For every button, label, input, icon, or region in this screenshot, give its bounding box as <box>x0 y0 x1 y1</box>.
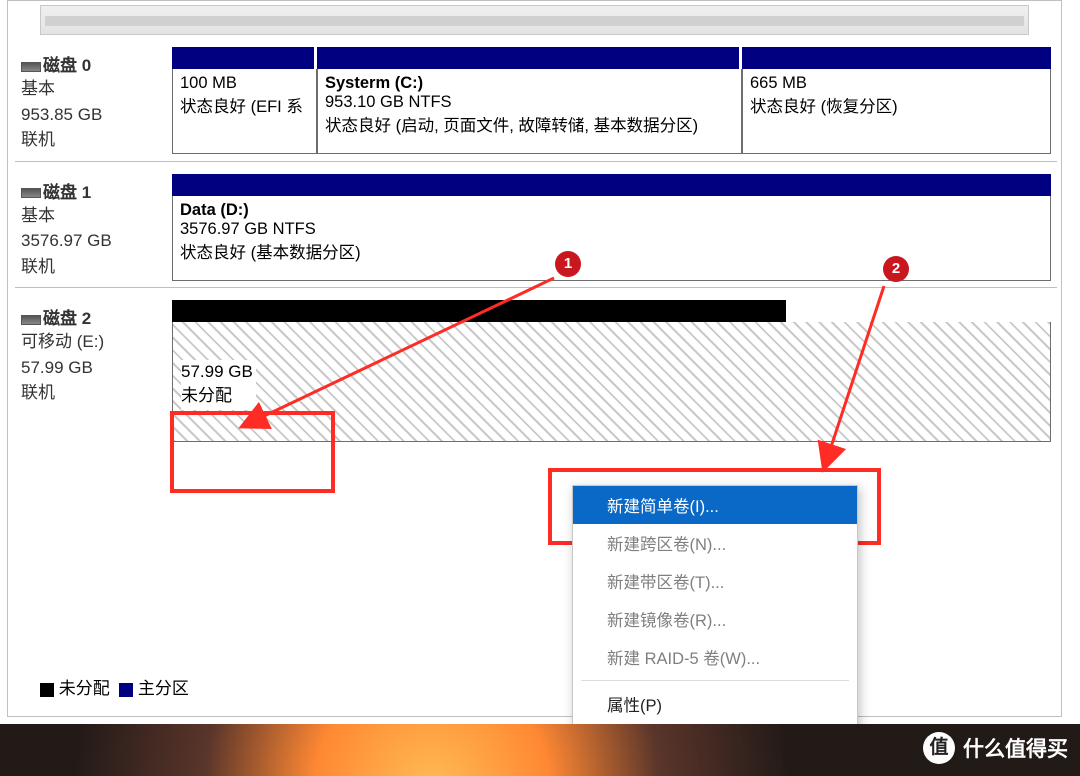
menu-new-striped-volume[interactable]: 新建带区卷(T)... <box>573 562 857 600</box>
watermark: 值 什么值得买 <box>923 732 1068 764</box>
menu-new-raid5-volume[interactable]: 新建 RAID-5 卷(W)... <box>573 638 857 676</box>
watermark-icon: 值 <box>923 732 955 764</box>
menu-new-mirror-volume[interactable]: 新建镜像卷(R)... <box>573 600 857 638</box>
watermark-text: 什么值得买 <box>963 733 1068 763</box>
menu-separator <box>581 680 849 681</box>
annotation-arrow-1 <box>0 0 1080 776</box>
menu-properties[interactable]: 属性(P) <box>573 685 857 723</box>
menu-new-simple-volume[interactable]: 新建简单卷(I)... <box>573 486 857 524</box>
menu-new-spanned-volume[interactable]: 新建跨区卷(N)... <box>573 524 857 562</box>
decorative-strip: 值 什么值得买 <box>0 724 1080 776</box>
